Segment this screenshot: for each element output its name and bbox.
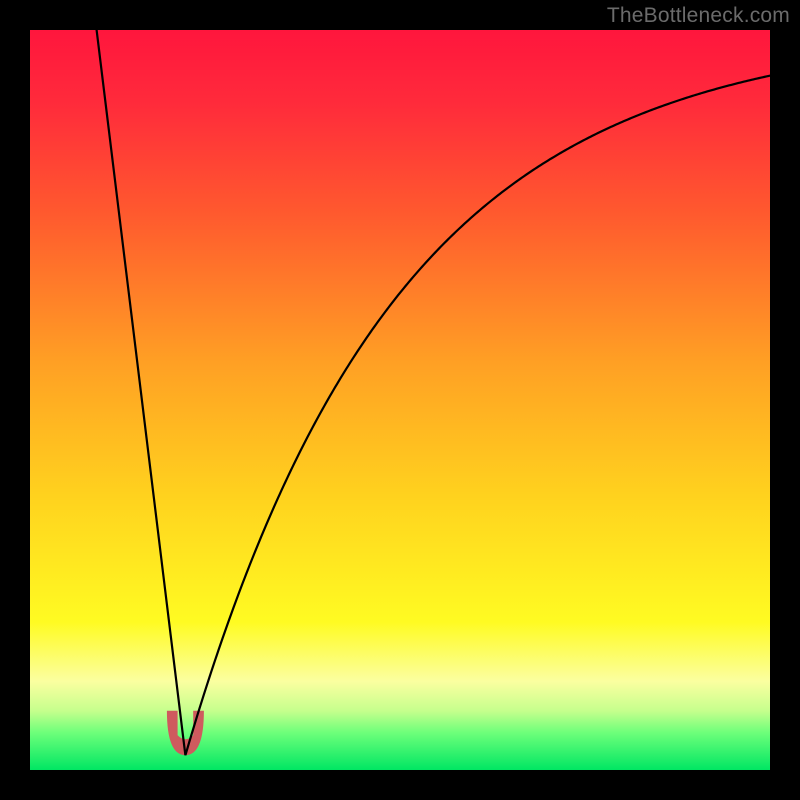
bottleneck-chart	[30, 30, 770, 770]
chart-frame	[30, 30, 770, 770]
watermark-text: TheBottleneck.com	[607, 4, 790, 28]
